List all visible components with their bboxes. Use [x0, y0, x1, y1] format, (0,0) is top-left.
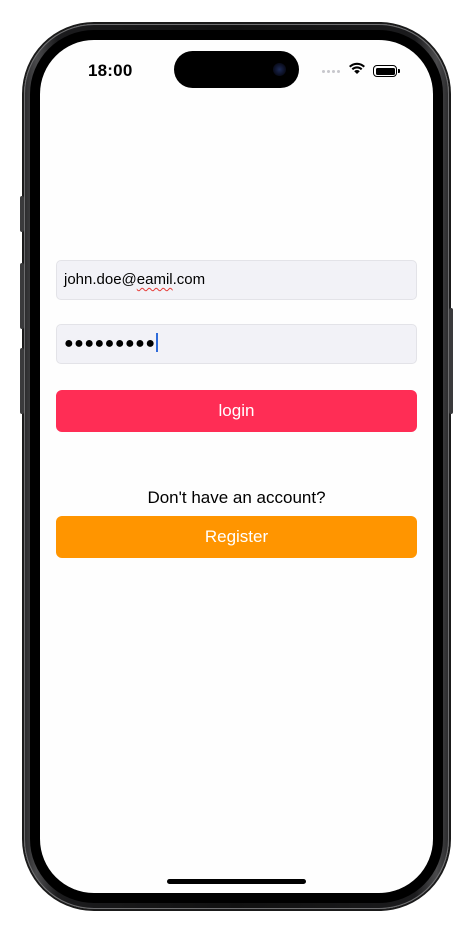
- power-button: [449, 308, 453, 414]
- password-field[interactable]: ●●●●●●●●●: [56, 324, 417, 364]
- battery-icon: [373, 65, 400, 77]
- status-time: 18:00: [88, 61, 133, 80]
- register-prompt: Don't have an account?: [147, 488, 326, 507]
- login-button[interactable]: login: [56, 390, 417, 432]
- register-button[interactable]: Register: [56, 516, 417, 558]
- cellular-signal-icon: [322, 70, 340, 73]
- text-caret: [156, 333, 159, 353]
- wifi-icon: [349, 62, 365, 74]
- home-indicator[interactable]: [167, 879, 306, 884]
- email-field[interactable]: john.doe@eamil.com: [56, 260, 417, 300]
- dynamic-island: [174, 51, 299, 88]
- screen: 18:00 john.doe@eamil.com ●●●●●●●●● login…: [40, 40, 433, 893]
- spellcheck-underline: eamil: [136, 271, 173, 288]
- device-inner: 18:00 john.doe@eamil.com ●●●●●●●●● login…: [24, 24, 449, 909]
- front-camera-icon: [273, 63, 286, 76]
- email-value: john.doe@eamil.com: [64, 271, 206, 288]
- password-value: ●●●●●●●●●: [64, 335, 156, 352]
